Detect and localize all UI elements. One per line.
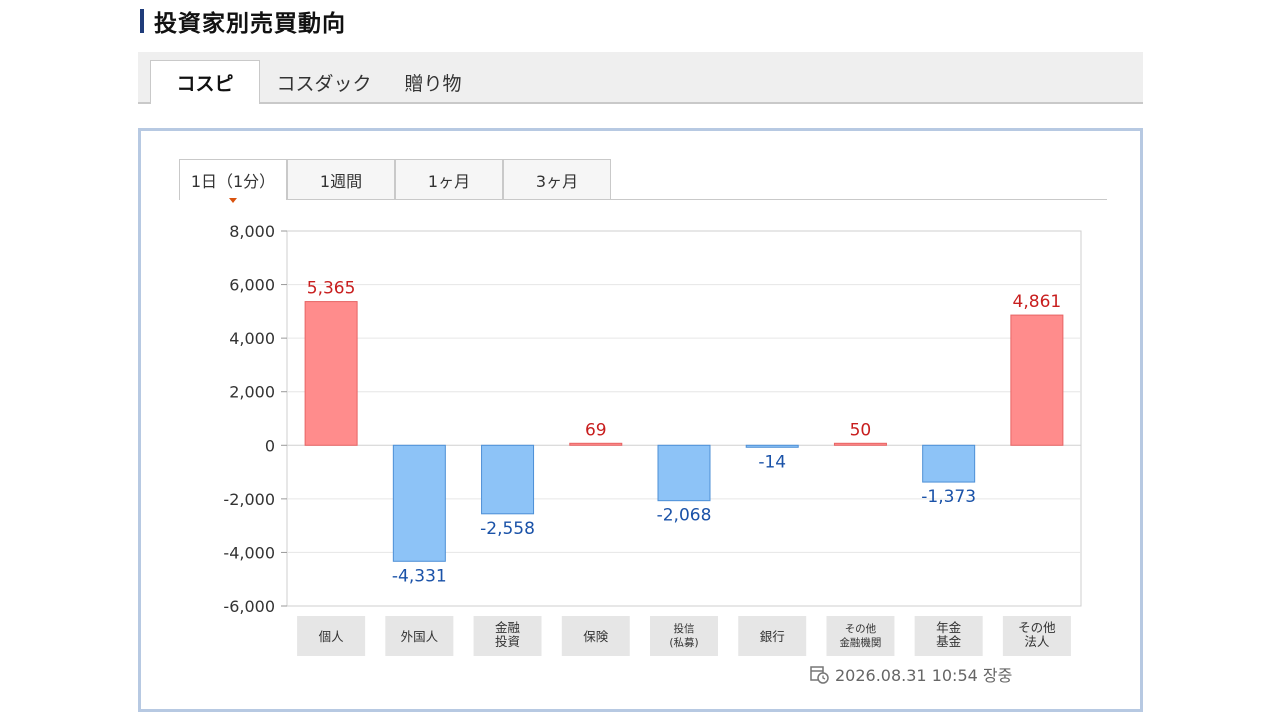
category-label: その他 [1018, 620, 1056, 635]
category-label: 基金 [936, 634, 962, 649]
bar [304, 301, 358, 446]
category-label: 法人 [1024, 634, 1050, 649]
data-label: 50 [850, 420, 872, 440]
y-tick-label: 8,000 [229, 222, 275, 241]
category-label: 銀行 [760, 629, 785, 644]
data-label: 69 [585, 420, 607, 440]
bar [392, 444, 446, 562]
tab-kosdaq[interactable]: コスダック [268, 60, 380, 104]
category-label: その他 [845, 622, 877, 635]
y-tick-label: -6,000 [223, 597, 275, 616]
category-label: 保険 [583, 629, 609, 644]
bar [922, 444, 976, 483]
category-box [826, 616, 895, 656]
bar [569, 442, 623, 446]
category-label: 金融機関 [839, 636, 881, 649]
data-label: -2,068 [657, 506, 712, 526]
bar [657, 444, 711, 502]
data-label: -1,373 [921, 487, 976, 507]
title-accent-bar [140, 9, 144, 33]
data-label: -4,331 [392, 566, 447, 586]
category-label: 金融 [495, 620, 521, 635]
y-tick-label: 2,000 [229, 383, 275, 402]
page-title-block: 投資家別売買動向 [140, 6, 346, 37]
category-label: 投資 [495, 634, 520, 649]
market-tab-bar: コスピ コスダック 贈り物 [138, 52, 1143, 104]
bar [833, 442, 887, 446]
y-tick-label: -2,000 [223, 490, 275, 509]
calendar-clock-icon [810, 666, 829, 684]
bar [1010, 314, 1064, 446]
bar [481, 444, 535, 515]
category-label: 投信 [674, 622, 695, 635]
y-tick-label: 0 [265, 436, 275, 455]
data-label: 5,365 [307, 279, 356, 299]
category-label: 年金 [936, 620, 962, 635]
category-box [650, 616, 718, 656]
page-title: 投資家別売買動向 [154, 11, 346, 37]
y-tick-label: 6,000 [229, 276, 275, 295]
data-label: -14 [758, 452, 786, 472]
category-label: 個人 [319, 629, 345, 644]
data-label: -2,558 [480, 519, 535, 539]
bar [745, 444, 799, 448]
chart-panel: 1日（1分） 1週間 1ヶ月 3ヶ月 8,000 6,000 4,000 2,000 0… [138, 128, 1143, 712]
timestamp: 2026.08.31 10:54 장중 [809, 663, 1012, 685]
data-label: 4,861 [1013, 292, 1062, 312]
tab-gift[interactable]: 贈り物 [392, 60, 474, 104]
tab-kospi[interactable]: コスピ [150, 60, 260, 104]
y-tick-label: 4,000 [229, 329, 275, 348]
y-tick-label: -4,000 [223, 543, 275, 562]
category-label: (私募) [669, 636, 698, 649]
investor-bar-chart: 8,000 6,000 4,000 2,000 0 -2,000 -4,000 -6,000 5… [223, 222, 1082, 656]
category-label: 外国人 [401, 629, 439, 644]
timestamp-text: 2026.08.31 10:54 장중 [835, 666, 1013, 685]
